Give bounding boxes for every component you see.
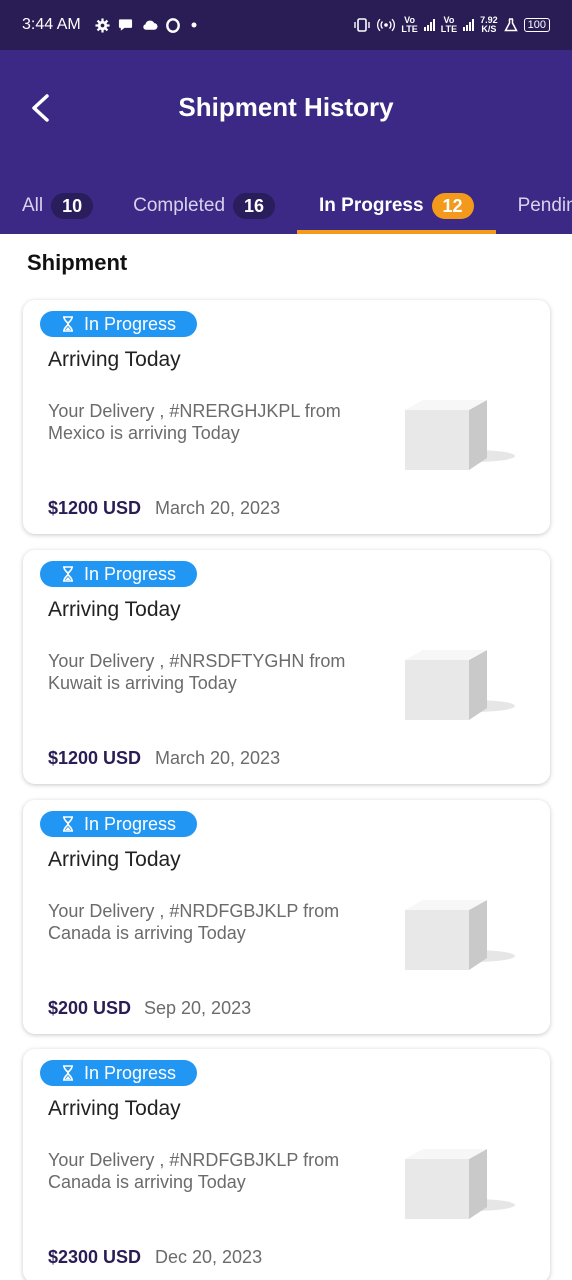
card-date: March 20, 2023 xyxy=(155,498,281,518)
tab-count-badge: 10 xyxy=(51,193,94,219)
package-box-image xyxy=(405,650,515,720)
card-title: Arriving Today xyxy=(48,598,181,621)
status-label: In Progress xyxy=(84,1062,177,1083)
package-box-image xyxy=(405,900,515,970)
hourglass-icon xyxy=(63,566,73,582)
volte-label-2: Vo LTE xyxy=(440,15,458,34)
card-price: $1200 USD xyxy=(48,498,142,518)
volte-label-1: Vo LTE xyxy=(401,15,418,34)
status-icons-left xyxy=(95,17,200,33)
status-bar: 3:44 AM Vo LTE Vo LTE 7.92 K/S 100 xyxy=(0,0,572,50)
card-description: Your Delivery , #NRERGHJKPL from Mexico … xyxy=(48,401,341,443)
tab-count-badge: 12 xyxy=(431,193,474,219)
package-box-image xyxy=(405,1149,515,1219)
tab-label: All xyxy=(22,195,44,216)
app-bar: Shipment History All 10 Completed 16 In … xyxy=(0,50,572,234)
card-title: Arriving Today xyxy=(48,1097,181,1120)
shipment-card[interactable]: In Progress Arriving Today Your Delivery… xyxy=(23,300,550,534)
net-speed: 7.92 K/S xyxy=(480,15,498,34)
page-title: Shipment History xyxy=(178,92,394,122)
card-description: Your Delivery , #NRDFGBJKLP from Canada … xyxy=(48,1150,340,1192)
tab-count-badge: 16 xyxy=(233,193,276,219)
tab-completed[interactable]: Completed 16 xyxy=(115,178,297,234)
tab-label: Completed xyxy=(133,195,226,216)
card-price: $2300 USD xyxy=(48,1247,142,1267)
tab-all[interactable]: All 10 xyxy=(0,178,115,234)
card-description: Your Delivery , #NRDFGBJKLP from Canada … xyxy=(48,901,340,943)
package-box-image xyxy=(405,400,515,470)
section-title: Shipment xyxy=(27,250,128,275)
status-pill: In Progress xyxy=(40,561,198,587)
shipment-card[interactable]: In Progress Arriving Today Your Delivery… xyxy=(23,1049,550,1280)
card-title: Arriving Today xyxy=(48,848,181,871)
card-description: Your Delivery , #NRSDFTYGHN from Kuwait … xyxy=(48,651,346,693)
card-date: Dec 20, 2023 xyxy=(155,1247,263,1267)
vibrate-icon xyxy=(354,18,371,32)
status-label: In Progress xyxy=(84,313,177,334)
battery-indicator: 100 xyxy=(523,18,550,32)
opera-icon xyxy=(165,17,180,33)
signal-icon-1 xyxy=(423,19,435,31)
tab-bar: All 10 Completed 16 In Progress 12 Pendi… xyxy=(0,178,572,234)
hourglass-icon xyxy=(63,816,73,832)
tab-pending[interactable]: Pending xyxy=(496,178,572,234)
status-pill: In Progress xyxy=(40,1060,198,1086)
tab-label: Pending xyxy=(517,195,572,216)
card-date: Sep 20, 2023 xyxy=(144,998,252,1018)
dot-icon xyxy=(191,22,197,28)
flask-icon xyxy=(503,18,518,32)
tab-label: In Progress xyxy=(319,195,424,216)
gear-icon xyxy=(95,17,110,33)
card-date: March 20, 2023 xyxy=(155,748,281,768)
shipment-card[interactable]: In Progress Arriving Today Your Delivery… xyxy=(23,800,550,1034)
card-price: $200 USD xyxy=(48,998,132,1018)
signal-icon-2 xyxy=(463,19,475,31)
status-label: In Progress xyxy=(84,563,177,584)
status-pill: In Progress xyxy=(40,811,198,837)
chat-icon xyxy=(118,19,132,31)
hotspot-icon xyxy=(377,18,396,32)
tab-in-progress[interactable]: In Progress 12 xyxy=(297,178,496,234)
cloud-icon xyxy=(143,20,158,30)
status-label: In Progress xyxy=(84,813,177,834)
card-title: Arriving Today xyxy=(48,348,181,371)
card-price: $1200 USD xyxy=(48,748,142,768)
hourglass-icon xyxy=(63,316,73,332)
hourglass-icon xyxy=(63,1065,73,1081)
status-pill: In Progress xyxy=(40,311,198,337)
shipment-card[interactable]: In Progress Arriving Today Your Delivery… xyxy=(23,550,550,784)
status-icons-right: Vo LTE Vo LTE 7.92 K/S 100 xyxy=(353,16,550,34)
status-time: 3:44 AM xyxy=(22,16,81,33)
